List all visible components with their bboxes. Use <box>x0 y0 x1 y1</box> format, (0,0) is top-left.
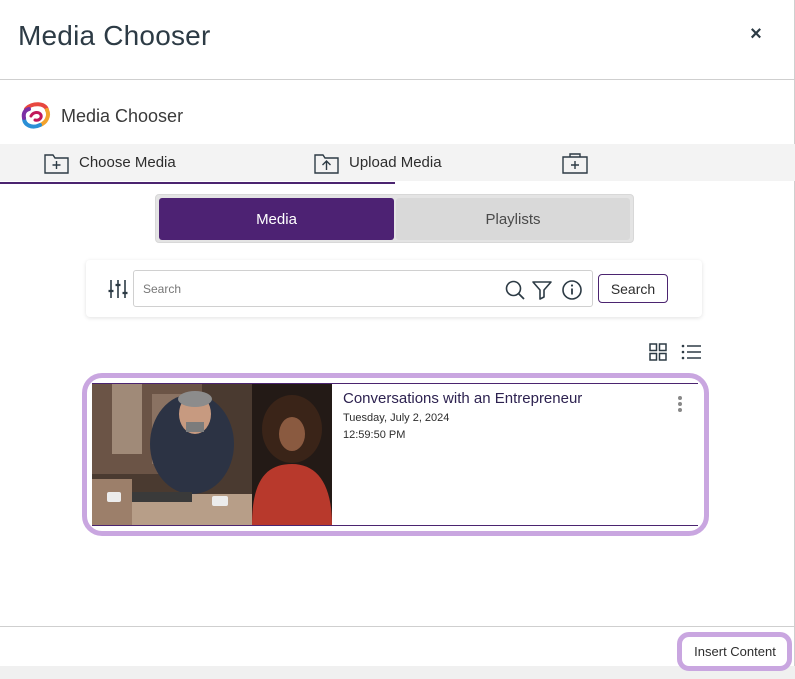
search-button[interactable]: Search <box>598 274 668 303</box>
insert-content-button[interactable]: Insert Content <box>686 640 784 663</box>
tab-label: Choose Media <box>79 154 176 171</box>
brand-logo-icon <box>21 102 51 129</box>
search-field <box>133 270 593 307</box>
grid-view-icon[interactable] <box>648 342 668 362</box>
more-options-icon[interactable] <box>676 396 684 416</box>
folder-plus-icon <box>44 153 69 174</box>
tab-choose-media[interactable]: Choose Media <box>43 144 176 181</box>
brand-name: Media Chooser <box>61 105 184 126</box>
media-time: 12:59:50 PM <box>343 429 406 441</box>
sliders-icon[interactable] <box>107 278 129 300</box>
media-chooser-dialog: Media Chooser × Media Chooser Choose Med… <box>0 0 795 679</box>
folder-upload-icon <box>314 153 339 174</box>
playlists-toggle-button[interactable]: Playlists <box>396 198 630 240</box>
footer-divider <box>0 626 795 627</box>
media-title: Conversations with an Entrepreneur <box>343 390 583 407</box>
media-result-card[interactable]: Conversations with an Entrepreneur Tuesd… <box>92 383 698 526</box>
search-panel: Search <box>86 260 702 317</box>
media-playlists-toggle: Media Playlists <box>155 194 634 243</box>
search-icon[interactable] <box>504 279 526 301</box>
filter-icon[interactable] <box>531 279 553 301</box>
search-input[interactable] <box>134 271 494 306</box>
info-icon[interactable] <box>561 279 583 301</box>
media-thumbnail <box>92 384 332 525</box>
close-button[interactable]: × <box>744 22 768 46</box>
meeting-scene-image <box>92 384 332 525</box>
tab-add-collection[interactable] <box>561 144 589 181</box>
tab-upload-media[interactable]: Upload Media <box>313 144 442 181</box>
list-view-icon[interactable] <box>680 342 702 362</box>
brand-header: Media Chooser <box>20 101 183 131</box>
active-tab-indicator <box>0 182 395 184</box>
dialog-header: Media Chooser × <box>0 0 795 80</box>
media-toggle-button[interactable]: Media <box>159 198 394 240</box>
dialog-title: Media Chooser <box>18 20 211 51</box>
footer-bar <box>0 666 795 679</box>
tab-label: Upload Media <box>349 154 442 171</box>
tab-bar: Choose Media Upload Media <box>0 144 795 181</box>
briefcase-plus-icon <box>562 152 588 174</box>
media-date: Tuesday, July 2, 2024 <box>343 412 450 424</box>
